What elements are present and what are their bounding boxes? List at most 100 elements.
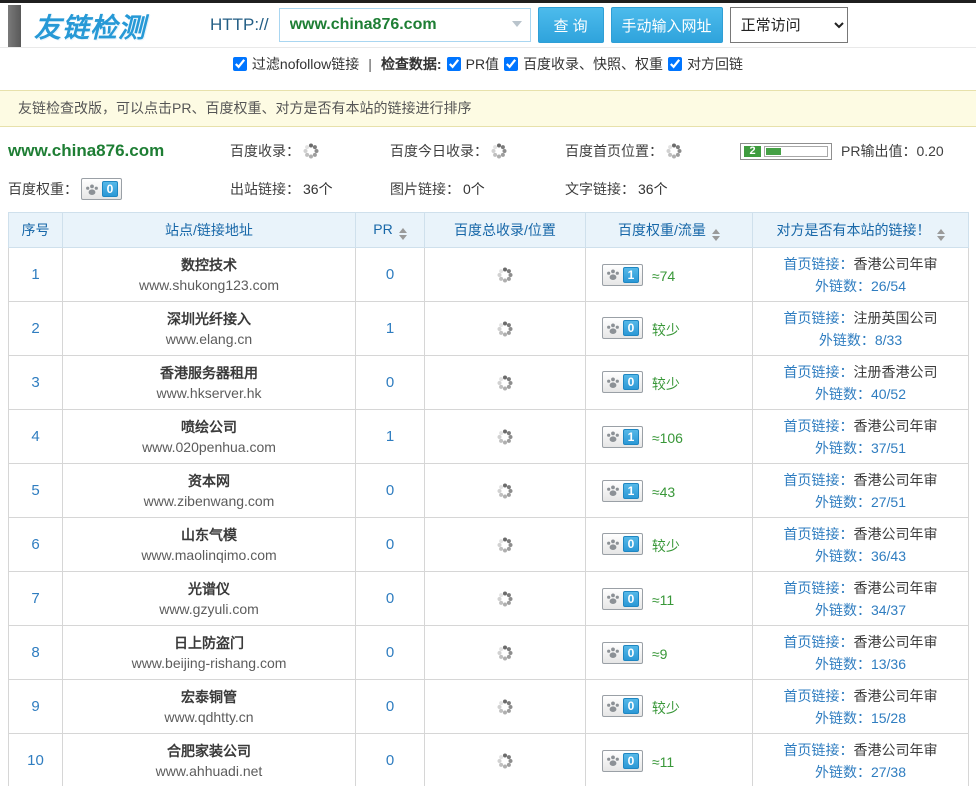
pr-value: 0	[356, 248, 425, 302]
loading-spinner-icon	[497, 321, 513, 337]
baidu-included-cell	[425, 734, 586, 786]
site-url[interactable]: www.020penhua.com	[63, 437, 355, 457]
col-header-backlink[interactable]: 对方是否有本站的链接！	[753, 213, 969, 248]
outlink-count[interactable]: 外链数：36/43	[753, 545, 968, 567]
loading-spinner-icon	[497, 537, 513, 553]
outlink-count[interactable]: 外链数：27/51	[753, 491, 968, 513]
site-url[interactable]: www.ahhuadi.net	[63, 761, 355, 781]
weight-cell: 0 ≈11	[586, 572, 753, 626]
site-cell: 山东气模 www.maolinqimo.com	[63, 518, 356, 572]
home-link-label[interactable]: 首页链接：	[784, 364, 854, 380]
site-name: 喷绘公司	[63, 417, 355, 437]
outlink-count[interactable]: 外链数：15/28	[753, 707, 968, 729]
baidu-weight-badge: 1	[602, 480, 643, 502]
weight-number: 0	[102, 181, 118, 197]
site-name: 合肥家装公司	[63, 741, 355, 761]
filter-nofollow[interactable]: 过滤nofollow链接	[233, 54, 359, 74]
pr-bar: 2	[740, 143, 832, 160]
pr-checkbox[interactable]	[447, 57, 461, 71]
outlink-count[interactable]: 外链数：26/54	[753, 275, 968, 297]
anchor-text: 香港公司年审	[854, 688, 938, 704]
baidu-included-cell	[425, 626, 586, 680]
site-url[interactable]: www.hkserver.hk	[63, 383, 355, 403]
home-link-label[interactable]: 首页链接：	[784, 256, 854, 272]
home-link-label[interactable]: 首页链接：	[784, 526, 854, 542]
row-index: 6	[9, 518, 63, 572]
table-row: 3 香港服务器租用 www.hkserver.hk 0 0 较少 首页链接：注册…	[9, 356, 969, 410]
sort-arrows-icon[interactable]	[937, 229, 945, 241]
col-header-weight[interactable]: 百度权重/流量	[586, 213, 753, 248]
site-name: 深圳光纤接入	[63, 309, 355, 329]
col-header-site: 站点/链接地址	[63, 213, 356, 248]
site-url[interactable]: www.zibenwang.com	[63, 491, 355, 511]
row-index: 2	[9, 302, 63, 356]
col-header-index: 序号	[9, 213, 63, 248]
baidu-weight-badge: 0	[602, 642, 643, 664]
weight-cell: 0 较少	[586, 302, 753, 356]
header-controls: HTTP:// 查 询 手动输入网址 正常访问	[210, 7, 848, 43]
row-index: 8	[9, 626, 63, 680]
home-link-label[interactable]: 首页链接：	[784, 688, 854, 704]
baidu-checkbox[interactable]	[504, 57, 518, 71]
backlink-cell: 首页链接：香港公司年审 外链数：36/43	[753, 518, 969, 572]
access-mode-select[interactable]: 正常访问	[730, 7, 848, 43]
weight-cell: 1 ≈43	[586, 464, 753, 518]
site-url[interactable]: www.elang.cn	[63, 329, 355, 349]
outlink-count[interactable]: 外链数：40/52	[753, 383, 968, 405]
site-url[interactable]: www.shukong123.com	[63, 275, 355, 295]
outlink-count[interactable]: 外链数：27/38	[753, 761, 968, 783]
filter-baidu[interactable]: 百度收录、快照、权重	[504, 54, 663, 74]
paw-icon	[606, 484, 620, 497]
site-url[interactable]: www.qdhtty.cn	[63, 707, 355, 727]
loading-spinner-icon	[497, 267, 513, 283]
home-link-label[interactable]: 首页链接：	[784, 634, 854, 650]
home-link-label[interactable]: 首页链接：	[784, 742, 854, 758]
baidu-included-label: 百度收录：	[230, 141, 300, 161]
site-cell: 数控技术 www.shukong123.com	[63, 248, 356, 302]
backlink-checkbox[interactable]	[668, 57, 682, 71]
paw-icon	[606, 376, 620, 389]
outlink-count[interactable]: 外链数：8/33	[753, 329, 968, 351]
site-url[interactable]: www.gzyuli.com	[63, 599, 355, 619]
url-input-wrap	[279, 8, 531, 42]
site-url[interactable]: www.beijing-rishang.com	[63, 653, 355, 673]
home-link-label[interactable]: 首页链接：	[784, 580, 854, 596]
home-link-label[interactable]: 首页链接：	[784, 472, 854, 488]
weight-number: 0	[623, 374, 639, 390]
backlink-cell: 首页链接：香港公司年审 外链数：26/54	[753, 248, 969, 302]
home-link-label[interactable]: 首页链接：	[784, 310, 854, 326]
check-data-label: 检查数据:	[381, 54, 442, 74]
baidu-home-pos: 百度首页位置：	[565, 141, 740, 161]
nofollow-label: 过滤nofollow链接	[252, 54, 359, 74]
home-link-label[interactable]: 首页链接：	[784, 418, 854, 434]
url-dropdown-caret-icon[interactable]	[512, 21, 522, 27]
row-index: 9	[9, 680, 63, 734]
sort-arrows-icon[interactable]	[399, 228, 407, 240]
paw-icon	[606, 538, 620, 551]
site-cell: 深圳光纤接入 www.elang.cn	[63, 302, 356, 356]
baidu-included: 百度收录：	[230, 141, 390, 161]
col-header-pr[interactable]: PR	[356, 213, 425, 248]
url-input[interactable]	[279, 8, 531, 42]
image-links: 图片链接： 0个	[390, 179, 565, 199]
loading-spinner-icon	[497, 753, 513, 769]
outlink-count[interactable]: 外链数：34/37	[753, 599, 968, 621]
manual-input-button[interactable]: 手动输入网址	[611, 7, 723, 43]
filter-backlink[interactable]: 对方回链	[668, 54, 743, 74]
pr-bar-value: 2	[744, 146, 761, 157]
backlink-cell: 首页链接：香港公司年审 外链数：15/28	[753, 680, 969, 734]
anchor-text: 香港公司年审	[854, 742, 938, 758]
nofollow-checkbox[interactable]	[233, 57, 247, 71]
baidu-today-label: 百度今日收录：	[390, 141, 488, 161]
table-header-row: 序号 站点/链接地址 PR 百度总收录/位置 百度权重/流量 对方是否有本站的链…	[9, 213, 969, 248]
baidu-weight-badge: 0	[602, 695, 643, 717]
filter-pr[interactable]: PR值	[447, 54, 499, 74]
anchor-text: 香港公司年审	[854, 526, 938, 542]
outlink-count[interactable]: 外链数：13/36	[753, 653, 968, 675]
outlink-count[interactable]: 外链数：37/51	[753, 437, 968, 459]
query-button[interactable]: 查 询	[538, 7, 604, 43]
baidu-weight-badge: 0	[602, 317, 643, 339]
site-url[interactable]: www.maolinqimo.com	[63, 545, 355, 565]
sort-arrows-icon[interactable]	[712, 229, 720, 241]
pr-value: 0	[356, 356, 425, 410]
